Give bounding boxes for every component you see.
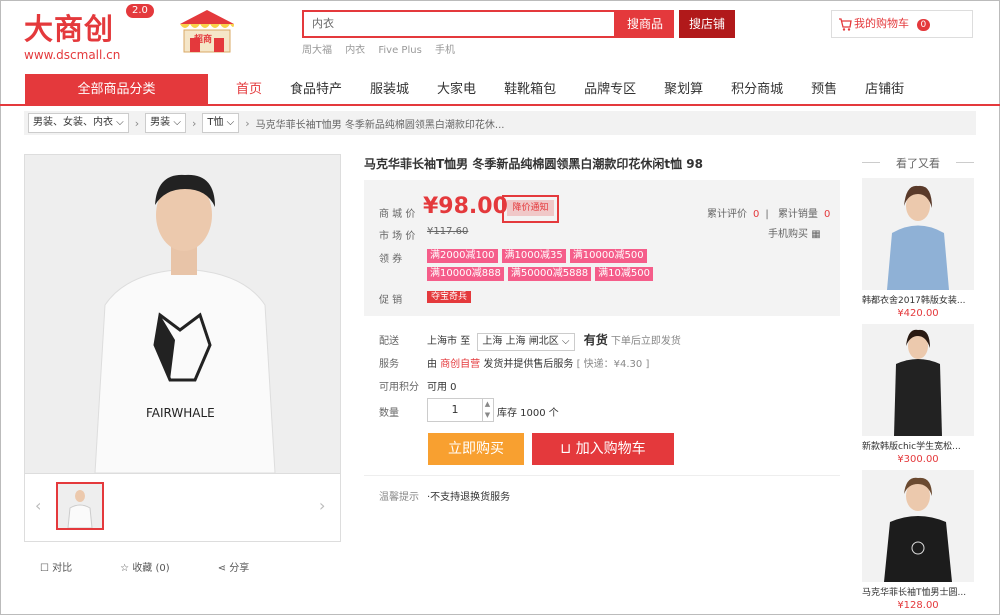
coupon-list: 满2000减100 满1000减35 满10000减500 满10000减888… xyxy=(427,249,727,285)
review-count: 0 xyxy=(753,209,760,220)
coupon-tag[interactable]: 满2000减100 xyxy=(427,249,498,263)
market-price-label: 市 场 价 xyxy=(379,231,416,242)
favorite-button[interactable]: ☆ 收藏 (0) xyxy=(120,559,194,574)
qrcode-icon: ▦ xyxy=(811,229,821,240)
breadcrumb-separator: › xyxy=(191,116,197,130)
coupon-tag[interactable]: 满50000减5888 xyxy=(507,267,592,281)
side-item-image xyxy=(862,178,974,290)
hot-word[interactable]: 内衣 xyxy=(345,45,365,56)
side-item-image xyxy=(862,324,974,436)
review-summary: 累计评价 0 | 累计销量 0 xyxy=(707,209,831,220)
cart-button[interactable]: 我的购物车 0 xyxy=(831,10,973,38)
quantity-input[interactable]: 1 xyxy=(427,398,483,422)
buy-now-button[interactable]: 立即购买 xyxy=(428,433,524,465)
nav-item[interactable]: 鞋靴箱包 xyxy=(504,74,556,105)
nav-item[interactable]: 服装城 xyxy=(370,74,409,105)
stock-count: 库存 1000 个 xyxy=(497,408,559,419)
nav-item[interactable]: 预售 xyxy=(811,74,837,105)
quantity-stepper[interactable]: ▲ ▼ xyxy=(482,398,494,422)
breadcrumb-level3[interactable]: T恤 ⌵ xyxy=(202,113,240,133)
product-price: ¥98.00 xyxy=(423,194,508,219)
main-nav: 首页 食品特产 服装城 大家电 鞋靴箱包 品牌专区 聚划算 积分商城 预售 店铺… xyxy=(236,74,932,105)
nav-item[interactable]: 店铺街 xyxy=(865,74,904,105)
breadcrumb-current: 马克华菲长袖T恤男 冬季新品纯棉圆领黑白潮款印花休... xyxy=(255,119,505,131)
nav-item[interactable]: 聚划算 xyxy=(664,74,703,105)
cart-icon xyxy=(838,11,852,47)
breadcrumb-level1[interactable]: 男装、女装、内衣 ⌵ xyxy=(28,113,129,133)
coupon-tag[interactable]: 满10000减500 xyxy=(569,249,647,263)
cart-count-badge: 0 xyxy=(916,19,931,31)
cart-icon: ⊔ xyxy=(560,441,572,457)
promo-banner[interactable]: 超商 xyxy=(174,8,240,56)
nav-item[interactable]: 大家电 xyxy=(437,74,476,105)
nav-item[interactable]: 积分商城 xyxy=(731,74,783,105)
all-categories-button[interactable]: 全部商品分类 xyxy=(25,74,208,105)
compare-button[interactable]: ☐ 对比 xyxy=(40,559,96,574)
cart-label: 我的购物车 xyxy=(854,17,909,30)
search-input[interactable]: 内衣 xyxy=(302,10,616,38)
promo-label: 超商 xyxy=(194,35,213,45)
hot-words: 周大福 内衣 Five Plus 手机 xyxy=(302,41,465,56)
side-item[interactable]: 新款韩版chic学生宽松... ¥300.00 xyxy=(862,324,974,465)
hot-word[interactable]: 手机 xyxy=(435,45,455,56)
nav-item-home[interactable]: 首页 xyxy=(236,74,262,105)
mobile-buy[interactable]: 手机购买 ▦ xyxy=(768,225,821,240)
coupon-tag[interactable]: 满10000减888 xyxy=(427,267,504,281)
side-item[interactable]: 韩都衣舍2017韩版女装... ¥420.00 xyxy=(862,178,974,319)
nav-item[interactable]: 食品特产 xyxy=(290,74,342,105)
add-to-cart-button[interactable]: ⊔ 加入购物车 xyxy=(532,433,674,465)
coupon-tag[interactable]: 满1000减35 xyxy=(501,249,566,263)
side-item-name: 韩都衣舍2017韩版女装... xyxy=(862,296,966,306)
nav-underline xyxy=(0,104,1000,106)
price-label: 商 城 价 xyxy=(379,209,416,220)
hot-word[interactable]: Five Plus xyxy=(378,45,421,56)
shirt-print-text: FAIRWHALE xyxy=(146,406,215,420)
search-goods-button[interactable]: 搜商品 xyxy=(616,10,674,38)
service-row: 服务由 商创自营 发货并提供售后服务 [ 快递：¥4.30 ] xyxy=(379,359,650,370)
hot-word[interactable]: 周大福 xyxy=(302,45,332,56)
side-item[interactable]: 马克华菲长袖T恤男士圆... ¥128.00 xyxy=(862,470,974,611)
side-item-name: 新款韩版chic学生宽松... xyxy=(862,442,961,452)
product-title: 马克华菲长袖T恤男 冬季新品纯棉圆领黑白潮款印花休闲t恤 98 xyxy=(364,157,703,171)
side-item-price: ¥128.00 xyxy=(897,600,939,611)
coupon-label: 领 券 xyxy=(379,254,403,265)
version-badge: 2.0 xyxy=(126,4,154,18)
delivery-row: 配送 上海市 至 上海 上海 闸北区 ⌵ 有货 下单后立即发货 xyxy=(379,331,681,351)
side-item-price: ¥420.00 xyxy=(897,308,939,319)
divider xyxy=(364,475,840,476)
breadcrumb: 男装、女装、内衣 ⌵ › 男装 ⌵ › T恤 ⌵ › 马克华菲长袖T恤男 冬季新… xyxy=(24,111,976,135)
stock-status: 有货 xyxy=(583,333,608,347)
side-title: 看了又看 xyxy=(862,155,974,171)
market-price: ¥117.60 xyxy=(427,226,469,237)
promotion-tag[interactable]: 夺宝奇兵 xyxy=(427,291,472,303)
side-item-image xyxy=(862,470,974,582)
search-shop-button[interactable]: 搜店铺 xyxy=(679,10,735,38)
thumbnail-1[interactable] xyxy=(56,482,104,530)
service-shop-link[interactable]: 商创自营 xyxy=(440,359,480,370)
tip-row: 温馨提示 ·不支持退换货服务 xyxy=(379,492,511,503)
promotion-label: 促 销 xyxy=(379,295,403,306)
share-button[interactable]: ⋖ 分享 xyxy=(218,559,274,574)
thumb-prev-icon[interactable]: ‹ xyxy=(35,496,41,515)
side-item-name: 马克华菲长袖T恤男士圆... xyxy=(862,588,967,598)
address-select[interactable]: 上海 上海 闸北区 ⌵ xyxy=(477,333,575,351)
thumbnail-strip: ‹ › xyxy=(25,473,340,541)
product-gallery: FAIRWHALE ‹ › xyxy=(24,154,341,542)
product-main-image[interactable]: FAIRWHALE xyxy=(25,155,340,473)
breadcrumb-separator: › xyxy=(134,116,140,130)
coupon-tag[interactable]: 满10减500 xyxy=(595,267,653,281)
price-notice-button[interactable]: 降价通知 xyxy=(502,195,559,223)
sales-count: 0 xyxy=(823,209,831,220)
quantity-label: 数量 xyxy=(379,408,399,419)
thumb-next-icon[interactable]: › xyxy=(319,496,325,515)
breadcrumb-level2[interactable]: 男装 ⌵ xyxy=(145,113,186,133)
nav-item[interactable]: 品牌专区 xyxy=(584,74,636,105)
product-tools: ☐ 对比 ☆ 收藏 (0) ⋖ 分享 xyxy=(40,559,297,574)
points-row: 可用积分 可用 0 xyxy=(379,382,457,393)
breadcrumb-separator: › xyxy=(245,116,250,130)
side-item-price: ¥300.00 xyxy=(897,454,939,465)
logo-url: www.dscmall.cn xyxy=(24,48,121,62)
